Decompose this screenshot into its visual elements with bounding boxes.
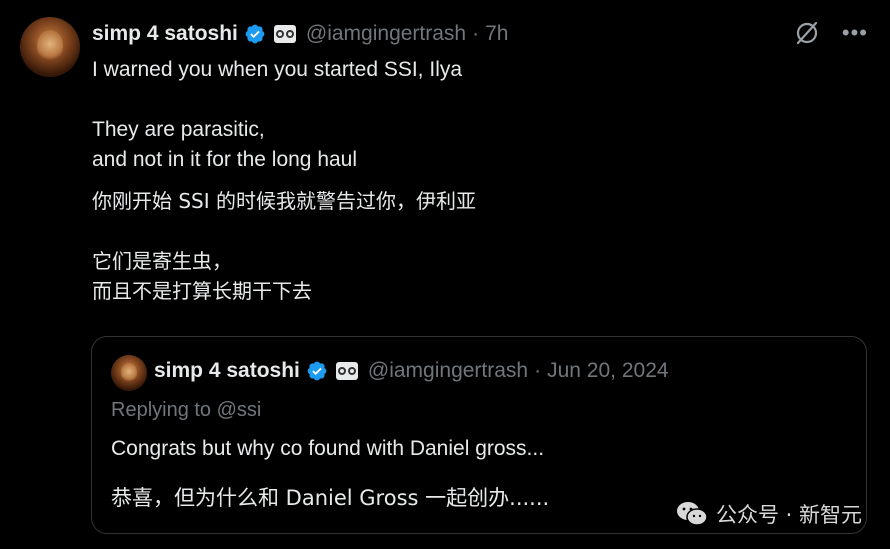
tweet-text-zh-2a: 它们是寄生虫，: [92, 249, 232, 273]
replying-to[interactable]: Replying to @ssi: [111, 399, 261, 422]
quoted-tweet-header: simp 4 satoshi @iamgingertrash · Jun 20,…: [154, 359, 669, 383]
tweet-text-zh-1: 你刚开始 SSI 的时候我就警告过你，伊利亚: [92, 189, 477, 213]
watermark-text: 公众号 · 新智元: [715, 503, 862, 527]
grok-icon[interactable]: [794, 20, 820, 46]
quoted-author-avatar[interactable]: [111, 355, 147, 391]
tweet-text-en-2a: They are parasitic,: [92, 118, 265, 141]
verified-badge-icon: [307, 361, 327, 381]
tweet-actions-top: •••: [794, 20, 868, 46]
affiliation-badge-icon: [335, 362, 358, 380]
wechat-icon: [676, 502, 708, 526]
author-handle[interactable]: @iamgingertrash: [306, 22, 466, 46]
affiliation-badge-icon: [273, 25, 296, 43]
tweet-header: simp 4 satoshi @iamgingertrash · 7h: [92, 20, 508, 48]
author-avatar[interactable]: [20, 17, 80, 77]
separator-dot: ·: [534, 359, 542, 382]
tweet-text-en-1: I warned you when you started SSI, Ilya: [92, 58, 463, 81]
separator-dot: ·: [472, 22, 480, 45]
quoted-text-en: Congrats but why co found with Daniel gr…: [111, 437, 545, 460]
watermark: 公众号 · 新智元: [676, 499, 862, 529]
tweet-time[interactable]: 7h: [485, 22, 508, 46]
author-name[interactable]: simp 4 satoshi: [92, 22, 238, 46]
tweet-text-zh-2b: 而且不是打算长期干下去: [92, 279, 312, 303]
verified-badge-icon: [245, 24, 265, 44]
quoted-author-handle[interactable]: @iamgingertrash: [368, 359, 528, 383]
more-icon[interactable]: •••: [842, 22, 868, 44]
tweet-text-en-2b: and not in it for the long haul: [92, 148, 358, 171]
quoted-text-zh: 恭喜，但为什么和 Daniel Gross 一起创办......: [111, 486, 550, 510]
quoted-tweet-date[interactable]: Jun 20, 2024: [547, 359, 668, 383]
quoted-author-name[interactable]: simp 4 satoshi: [154, 359, 300, 383]
